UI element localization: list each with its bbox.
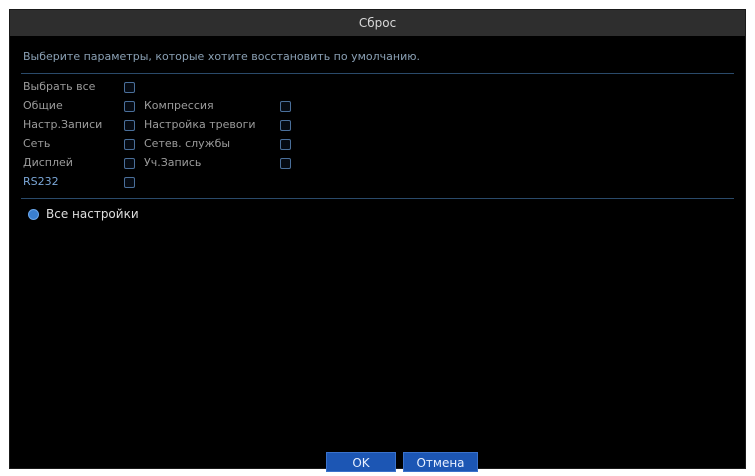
label-rs232: RS232 [23,175,59,188]
radio-selected-icon [28,208,39,220]
label-general: Общие [23,99,63,112]
label-display: Дисплей [23,156,73,169]
checkbox-network-services[interactable] [280,139,291,150]
checkbox-general[interactable] [124,101,135,112]
label-network-services: Сетев. службы [144,137,231,150]
all-settings-label: Все настройки [46,207,139,221]
dialog-title: Сброс [10,10,745,36]
checkbox-display[interactable] [124,158,135,169]
divider-top [21,73,734,74]
checkbox-rs232[interactable] [124,177,135,188]
divider-bottom [21,198,734,199]
checkbox-account[interactable] [280,158,291,169]
checkbox-network[interactable] [124,139,135,150]
label-account: Уч.Запись [144,156,202,169]
label-network: Сеть [23,137,51,150]
cancel-button[interactable]: Отмена [403,452,478,472]
all-settings-option[interactable]: Все настройки [28,207,139,221]
label-compression: Компрессия [144,99,214,112]
checkbox-record-settings[interactable] [124,120,135,131]
label-alarm-settings: Настройка тревоги [144,118,256,131]
checkbox-compression[interactable] [280,101,291,112]
checkbox-select-all[interactable] [124,82,135,93]
label-select-all: Выбрать все [23,80,96,93]
checkbox-alarm-settings[interactable] [280,120,291,131]
dialog-subtitle: Выберите параметры, которые хотите восст… [23,50,421,63]
label-record-settings: Настр.Записи [23,118,103,131]
reset-dialog: Сброс Выберите параметры, которые хотите… [9,9,746,472]
ok-button[interactable]: OK [326,452,396,472]
